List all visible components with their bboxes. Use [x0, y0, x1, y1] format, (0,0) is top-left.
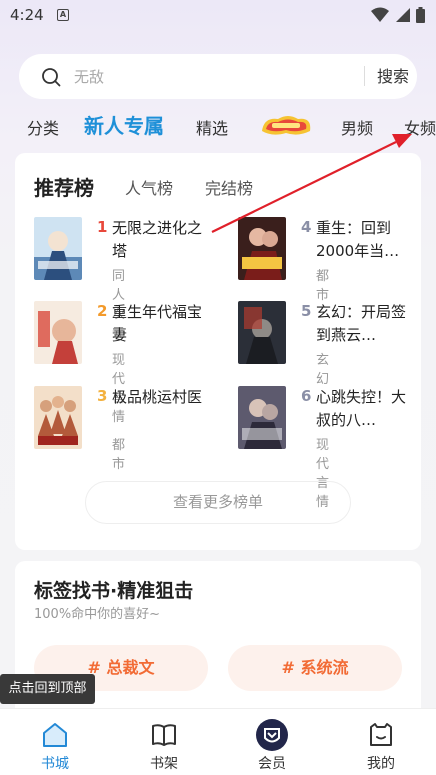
vip-crown-icon: [256, 719, 288, 751]
nav-membership[interactable]: 会员: [232, 709, 312, 775]
profile-icon: [370, 723, 392, 746]
tab-newcomer[interactable]: 新人专属: [84, 110, 164, 139]
tab-category[interactable]: 分类: [27, 115, 59, 139]
book-title: 玄幻：开局签到燕云…: [316, 303, 407, 344]
rank-number: 4: [301, 218, 312, 236]
promo-badge-icon[interactable]: [258, 113, 314, 137]
book-title: 重生年代福宝妻: [112, 303, 203, 344]
tab-male[interactable]: 男频: [341, 115, 373, 139]
channel-tabs: 分类 新人专属 精选 男频 女频: [0, 110, 436, 140]
battery-icon: [416, 7, 425, 23]
nav-label: 书城: [41, 756, 69, 772]
book-cover-image: [238, 386, 286, 449]
search-input[interactable]: [74, 64, 334, 90]
book-cover-image: [238, 217, 286, 280]
book-cover-image: [238, 301, 286, 364]
wifi-icon: [371, 7, 389, 22]
rank-number: 5: [301, 302, 312, 320]
book-title: 心跳失控！大叔的八…: [316, 388, 407, 429]
rank-number: 2: [97, 302, 108, 320]
search-divider: [364, 66, 365, 86]
book-title: 无限之进化之塔: [112, 219, 203, 260]
nav-label: 书架: [150, 756, 178, 772]
nav-profile[interactable]: 我的: [341, 709, 421, 775]
nav-bookstore[interactable]: 书城: [15, 709, 95, 775]
rank-number: 1: [97, 218, 108, 236]
tab-female[interactable]: 女频: [404, 115, 436, 139]
rank-number: 6: [301, 387, 312, 405]
search-icon: [42, 68, 61, 87]
tab-featured[interactable]: 精选: [196, 115, 228, 139]
home-icon: [43, 723, 67, 747]
status-bar: 4:24 A: [0, 0, 436, 34]
nav-label: 我的: [367, 756, 395, 772]
tab-popular-rank[interactable]: 人气榜: [125, 175, 173, 199]
nav-bookshelf[interactable]: 书架: [124, 709, 204, 775]
book-cover-image: [34, 301, 82, 364]
tab-recommend-rank[interactable]: 推荐榜: [34, 172, 94, 201]
book-title: 极品桃运村医: [112, 388, 203, 406]
book-category: 都市: [316, 269, 330, 303]
book-icon: [152, 724, 176, 746]
bottom-nav: 书城 书架 会员 我的: [0, 708, 436, 775]
book-category: 都市: [112, 438, 126, 472]
book-cover-image: [34, 217, 82, 280]
more-rankings-button[interactable]: 查看更多榜单: [85, 481, 351, 524]
nav-label: 会员: [258, 756, 286, 772]
search-bar: 搜索: [19, 54, 417, 99]
book-title: 重生：回到2000年当…: [316, 219, 400, 260]
status-time: 4:24: [10, 6, 44, 24]
rank-number: 3: [97, 387, 108, 405]
notification-icon: A: [57, 9, 69, 21]
book-cover-image: [34, 386, 82, 449]
tag-button-system[interactable]: # 系统流: [228, 645, 402, 691]
back-to-top-toast[interactable]: 点击回到顶部: [0, 674, 95, 704]
tab-finished-rank[interactable]: 完结榜: [205, 175, 253, 199]
signal-icon: [396, 8, 410, 22]
tag-section-title: 标签找书·精准狙击: [34, 580, 194, 602]
tag-section-subtitle: 100%命中你的喜好~: [34, 607, 161, 622]
search-button[interactable]: 搜索: [371, 64, 415, 90]
book-category: 玄幻: [316, 353, 330, 387]
